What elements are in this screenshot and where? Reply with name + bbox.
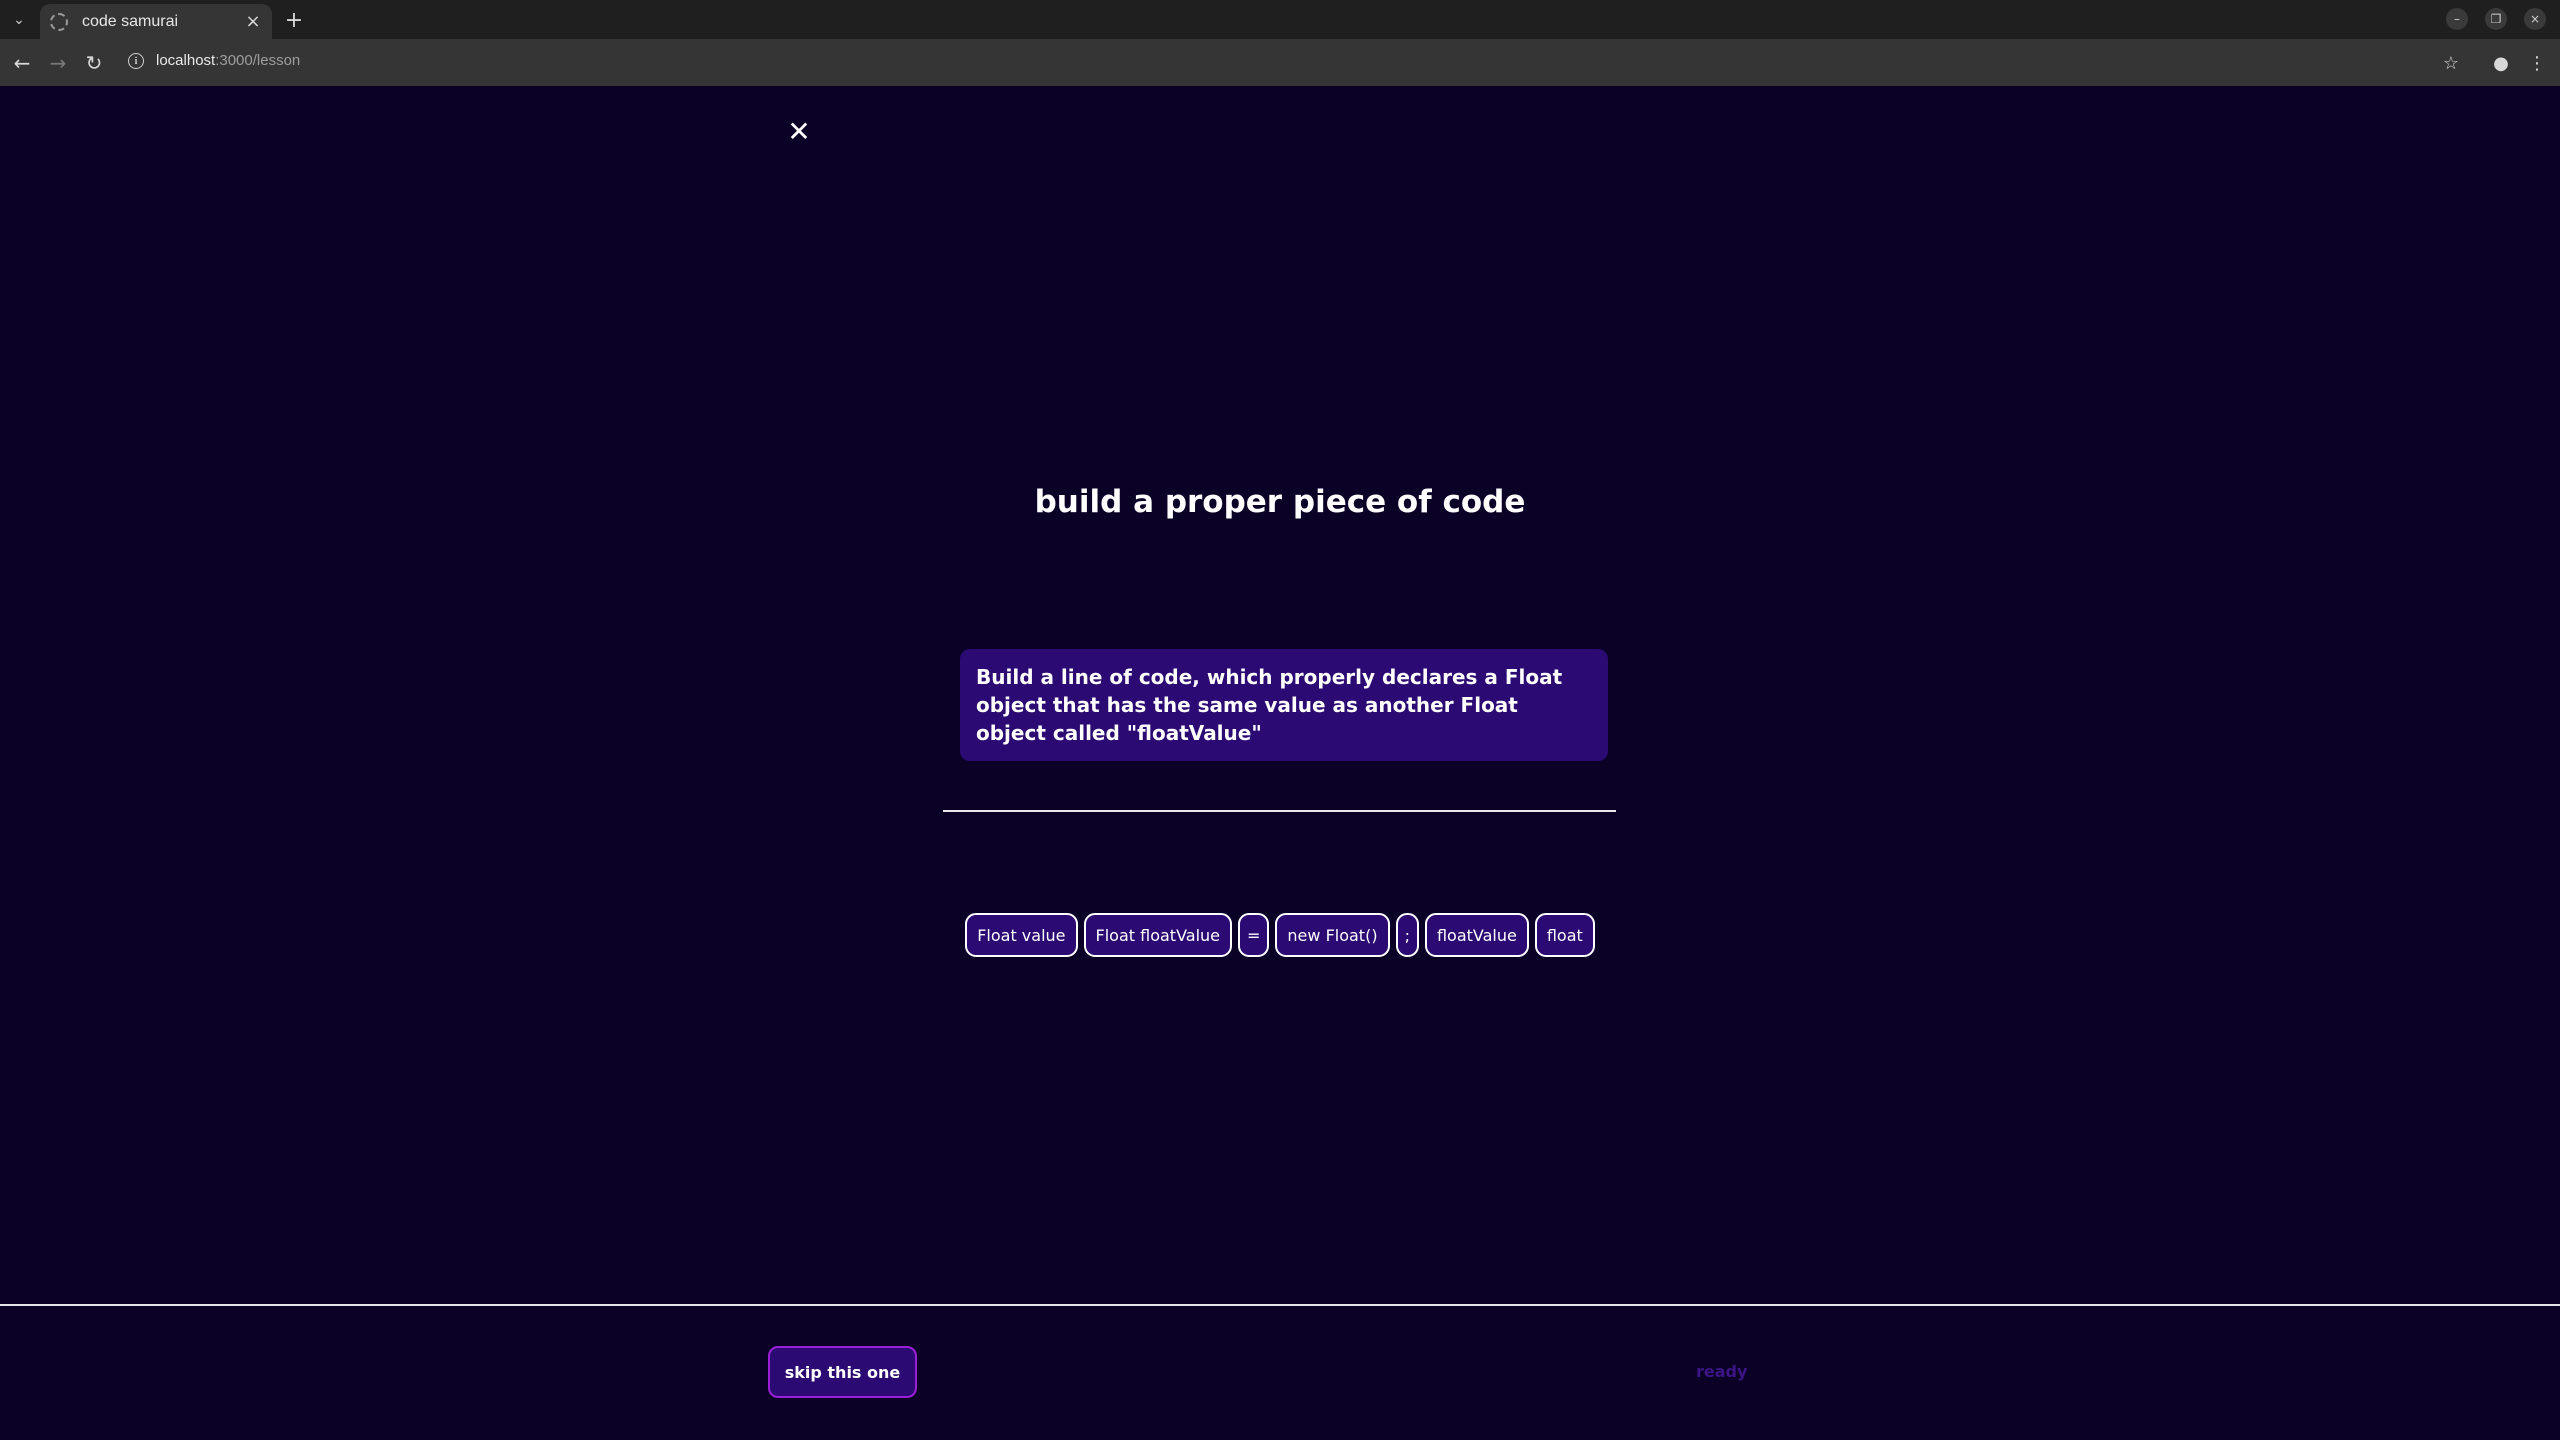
close-lesson-icon[interactable]: ✕ xyxy=(784,115,814,148)
window-close-icon[interactable]: × xyxy=(2524,8,2546,30)
site-info-icon[interactable]: i xyxy=(128,53,144,69)
ready-status: ready xyxy=(1696,1362,1748,1381)
forward-arrow-icon[interactable]: → xyxy=(45,50,71,76)
code-chip[interactable]: = xyxy=(1238,913,1270,957)
code-chip[interactable]: floatValue xyxy=(1424,913,1529,957)
lesson-page: ✕ build a proper piece of code Build a l… xyxy=(0,86,2560,1440)
bookmark-star-icon[interactable]: ☆ xyxy=(2438,50,2464,76)
code-chip[interactable]: float xyxy=(1534,913,1595,957)
minimize-icon[interactable]: – xyxy=(2446,8,2468,30)
lesson-heading: build a proper piece of code xyxy=(1034,484,1526,520)
restore-icon[interactable]: ❐ xyxy=(2485,8,2507,30)
new-tab-icon[interactable]: + xyxy=(282,8,306,33)
answer-drop-line[interactable] xyxy=(943,810,1616,812)
url-path: :3000/lesson xyxy=(215,52,301,69)
code-chip-bank: Float value Float floatValue = new Float… xyxy=(0,913,2560,957)
reload-icon[interactable]: ↻ xyxy=(81,50,107,76)
address-bar[interactable]: localhost:3000/lesson xyxy=(156,52,300,69)
footer-divider xyxy=(0,1304,2560,1306)
code-chip[interactable]: Float floatValue xyxy=(1083,913,1232,957)
browser-tab[interactable]: code samurai × xyxy=(40,4,272,39)
profile-icon[interactable]: ● xyxy=(2488,50,2514,76)
tab-list-chevron-icon[interactable]: ⌄ xyxy=(6,8,32,32)
code-chip[interactable]: ; xyxy=(1395,913,1419,957)
url-host: localhost xyxy=(156,52,216,69)
tab-title: code samurai xyxy=(82,12,179,30)
skip-button[interactable]: skip this one xyxy=(768,1346,917,1398)
loading-favicon-icon xyxy=(50,12,68,31)
more-menu-icon[interactable]: ⋮ xyxy=(2524,50,2550,76)
browser-tabstrip: ⌄ code samurai × + – ❐ × xyxy=(0,0,2560,39)
code-chip[interactable]: new Float() xyxy=(1275,913,1390,957)
back-arrow-icon[interactable]: ← xyxy=(9,50,35,76)
browser-toolbar: ← → ↻ i localhost:3000/lesson ☆ ● ⋮ xyxy=(0,39,2560,86)
task-prompt: Build a line of code, which properly dec… xyxy=(960,649,1608,761)
tab-close-icon[interactable]: × xyxy=(242,11,264,33)
code-chip[interactable]: Float value xyxy=(965,913,1078,957)
